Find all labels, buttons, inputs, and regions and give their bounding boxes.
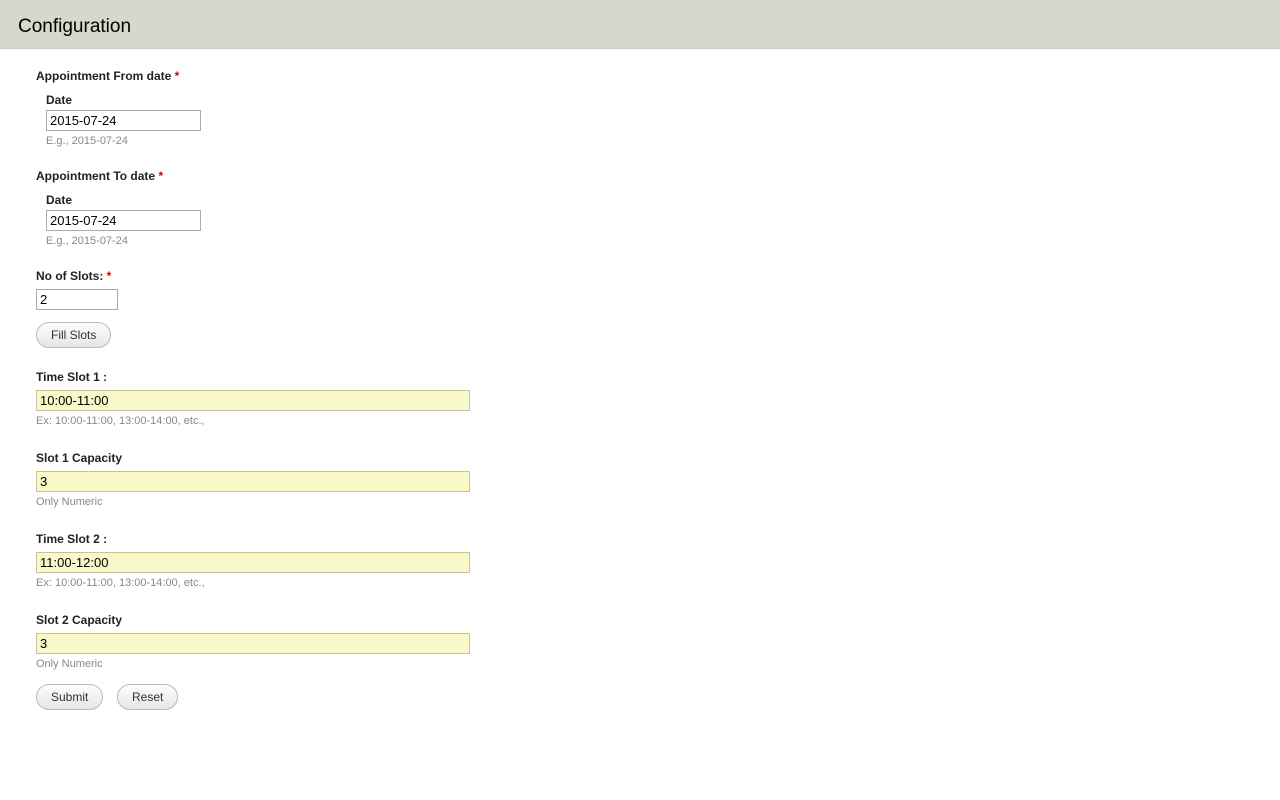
slot-2-time-helper: Ex: 10:00-11:00, 13:00-14:00, etc.,: [36, 577, 1244, 589]
appt-from-label-text: Appointment From date: [36, 69, 171, 83]
form-body: Appointment From date * Date E.g., 2015-…: [0, 49, 1280, 740]
reset-button[interactable]: Reset: [117, 684, 178, 710]
slot-1-cap-input[interactable]: [36, 471, 470, 492]
appt-from-helper: E.g., 2015-07-24: [46, 135, 1244, 147]
action-buttons: Submit Reset: [36, 684, 1244, 710]
slot-2-time-group: Time Slot 2 : Ex: 10:00-11:00, 13:00-14:…: [36, 532, 1244, 589]
appt-to-label-text: Appointment To date: [36, 169, 155, 183]
slot-1-time-input[interactable]: [36, 390, 470, 411]
appt-to-group: Appointment To date * Date E.g., 2015-07…: [36, 169, 1244, 247]
no-slots-label: No of Slots: *: [36, 269, 1244, 283]
slot-2-cap-input[interactable]: [36, 633, 470, 654]
appt-from-date-label: Date: [46, 93, 1244, 107]
appt-from-date-wrap: Date E.g., 2015-07-24: [46, 93, 1244, 147]
slot-1-cap-helper: Only Numeric: [36, 496, 1244, 508]
required-asterisk: *: [107, 269, 112, 283]
appt-from-date-input[interactable]: [46, 110, 201, 131]
slot-2-time-label: Time Slot 2 :: [36, 532, 1244, 546]
slot-2-cap-helper: Only Numeric: [36, 658, 1244, 670]
no-slots-input[interactable]: [36, 289, 118, 310]
no-slots-label-text: No of Slots:: [36, 269, 103, 283]
appt-from-group: Appointment From date * Date E.g., 2015-…: [36, 69, 1244, 147]
config-header: Configuration: [0, 6, 1280, 49]
slot-1-time-group: Time Slot 1 : Ex: 10:00-11:00, 13:00-14:…: [36, 370, 1244, 427]
appt-to-helper: E.g., 2015-07-24: [46, 235, 1244, 247]
required-asterisk: *: [175, 69, 180, 83]
slot-2-cap-group: Slot 2 Capacity Only Numeric: [36, 613, 1244, 670]
fill-slots-button[interactable]: Fill Slots: [36, 322, 111, 348]
no-slots-group: No of Slots: *: [36, 269, 1244, 310]
appt-to-date-input[interactable]: [46, 210, 201, 231]
appt-to-label: Appointment To date *: [36, 169, 1244, 183]
appt-to-date-label: Date: [46, 193, 1244, 207]
slot-2-time-input[interactable]: [36, 552, 470, 573]
slot-1-cap-group: Slot 1 Capacity Only Numeric: [36, 451, 1244, 508]
appt-to-date-wrap: Date E.g., 2015-07-24: [46, 193, 1244, 247]
page-title: Configuration: [18, 16, 1262, 38]
slot-1-time-helper: Ex: 10:00-11:00, 13:00-14:00, etc.,: [36, 415, 1244, 427]
fill-slots-row: Fill Slots: [36, 322, 1244, 348]
slot-1-time-label: Time Slot 1 :: [36, 370, 1244, 384]
slot-1-cap-label: Slot 1 Capacity: [36, 451, 1244, 465]
appt-from-label: Appointment From date *: [36, 69, 1244, 83]
required-asterisk: *: [158, 169, 163, 183]
submit-button[interactable]: Submit: [36, 684, 103, 710]
slot-2-cap-label: Slot 2 Capacity: [36, 613, 1244, 627]
